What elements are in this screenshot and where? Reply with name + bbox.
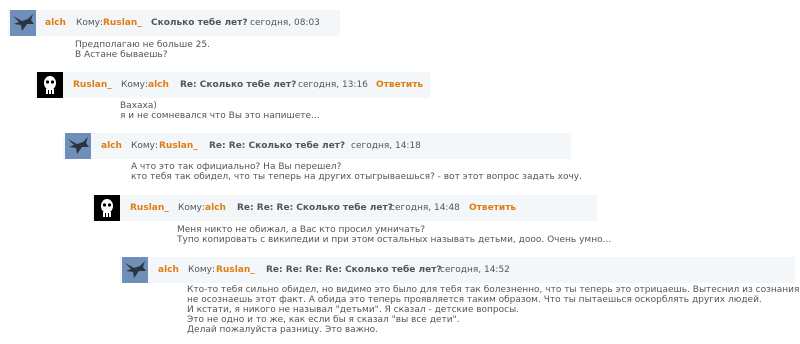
message-header: alch Кому: Ruslan_ Re: Re: Re: Re: Сколь… — [120, 257, 795, 283]
recipient-link[interactable]: Ruslan_ — [103, 18, 142, 28]
to-label: Кому: — [178, 203, 206, 213]
message-date: сегодня, 14:18 — [351, 141, 421, 151]
author-link[interactable]: alch — [45, 18, 66, 28]
message-date: сегодня, 08:03 — [250, 18, 320, 28]
message-header: Ruslan_ Кому: alch Re: Сколько тебе лет?… — [35, 72, 430, 98]
to-label: Кому: — [76, 18, 104, 28]
message-subject[interactable]: Сколько тебе лет? — [151, 18, 248, 28]
to-label: Кому: — [131, 141, 159, 151]
to-label: Кому: — [188, 265, 216, 275]
message-line: Кто-то тебя сильно обидел, но видимо это… — [187, 285, 800, 295]
message-line: И кстати, я никого не называл "детьми". … — [187, 305, 520, 315]
to-label: Кому: — [121, 80, 149, 90]
message-item: alch Кому: Ruslan_ Сколько тебе лет? сег… — [8, 10, 340, 60]
hawk-avatar-icon[interactable] — [65, 133, 91, 159]
message-body: Кто-то тебя сильно обидел, но видимо это… — [187, 285, 800, 335]
message-line: кто тебя так обидел, что ты теперь на др… — [131, 172, 582, 182]
message-line: Тупо копировать с википедии и при этом о… — [177, 235, 612, 245]
reply-link[interactable]: Ответить — [376, 80, 423, 90]
recipient-link[interactable]: alch — [148, 80, 169, 90]
message-body: Меня никто не обижал, а Вас кто просил у… — [177, 225, 611, 245]
message-header: alch Кому: Ruslan_ Сколько тебе лет? сег… — [8, 10, 340, 36]
message-line: Это не одно и то же, как если бы я сказа… — [187, 315, 460, 325]
skull-avatar-icon[interactable] — [37, 72, 63, 98]
message-line: А что это так официально? На Вы перешел? — [131, 162, 342, 172]
message-subject[interactable]: Re: Сколько тебе лет? — [180, 80, 296, 90]
author-link[interactable]: Ruslan_ — [73, 80, 112, 90]
recipient-link[interactable]: Ruslan_ — [216, 265, 255, 275]
message-item: alch Кому: Ruslan_ Re: Re: Сколько тебе … — [63, 133, 582, 182]
message-line: Делай пожалуйста разницу. Это важно. — [187, 325, 379, 335]
message-line: Вахаха) — [120, 101, 157, 111]
message-header: Ruslan_ Кому: alch Re: Re: Re: Сколько т… — [92, 195, 597, 221]
message-line: не осознаешь этот факт. А обида это тепе… — [187, 295, 762, 305]
message-date: сегодня, 14:52 — [440, 265, 510, 275]
message-line: я и не сомневался что Вы это напишете... — [120, 111, 320, 121]
message-line: В Астане бываешь? — [75, 50, 168, 60]
message-item: Ruslan_ Кому: alch Re: Сколько тебе лет?… — [35, 72, 430, 121]
message-item: alch Кому: Ruslan_ Re: Re: Re: Re: Сколь… — [120, 257, 800, 335]
message-body: Вахаха) я и не сомневался что Вы это нап… — [120, 101, 320, 121]
hawk-avatar-icon[interactable] — [122, 257, 148, 283]
author-link[interactable]: alch — [158, 265, 179, 275]
message-line: Меня никто не обижал, а Вас кто просил у… — [177, 225, 425, 235]
hawk-avatar-icon[interactable] — [10, 10, 36, 36]
message-line: Предполагаю не больше 25. — [75, 40, 210, 50]
message-item: Ruslan_ Кому: alch Re: Re: Re: Сколько т… — [92, 195, 611, 245]
message-thread: alch Кому: Ruslan_ Сколько тебе лет? сег… — [0, 0, 800, 344]
message-body: Предполагаю не больше 25. В Астане бывае… — [75, 40, 210, 60]
reply-link[interactable]: Ответить — [469, 203, 516, 213]
author-link[interactable]: alch — [101, 141, 122, 151]
skull-avatar-icon[interactable] — [94, 195, 120, 221]
message-date: сегодня, 13:16 — [298, 80, 368, 90]
message-header: alch Кому: Ruslan_ Re: Re: Сколько тебе … — [63, 133, 571, 159]
message-subject[interactable]: Re: Re: Сколько тебе лет? — [209, 141, 345, 151]
message-subject[interactable]: Re: Re: Re: Re: Сколько тебе лет? — [266, 265, 442, 275]
recipient-link[interactable]: Ruslan_ — [159, 141, 198, 151]
message-body: А что это так официально? На Вы перешел?… — [131, 162, 582, 182]
recipient-link[interactable]: alch — [205, 203, 226, 213]
author-link[interactable]: Ruslan_ — [130, 203, 169, 213]
message-date: сегодня, 14:48 — [390, 203, 460, 213]
message-subject[interactable]: Re: Re: Re: Сколько тебе лет? — [237, 203, 393, 213]
